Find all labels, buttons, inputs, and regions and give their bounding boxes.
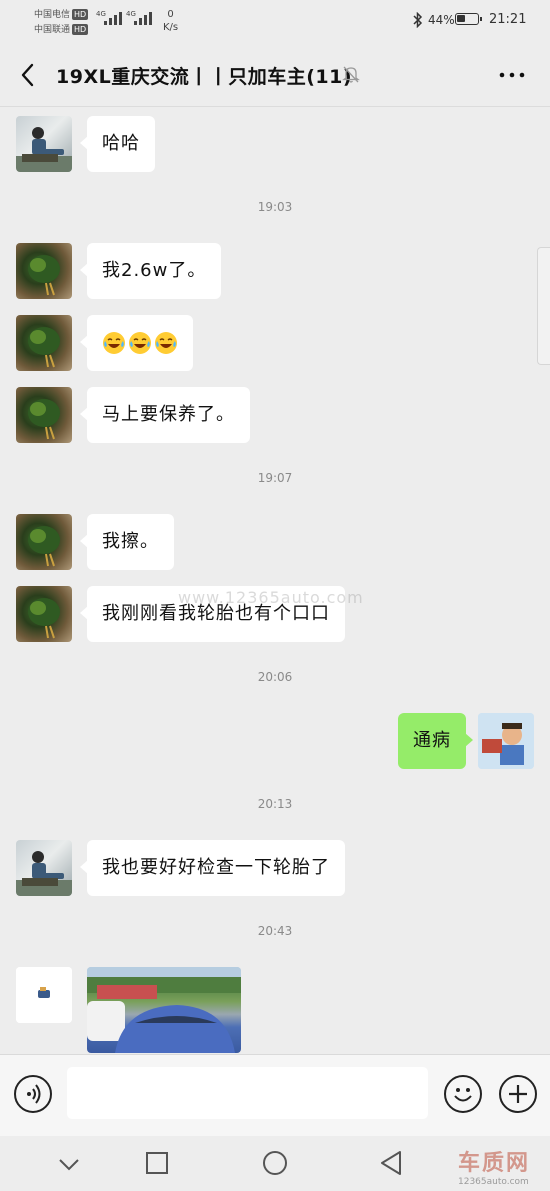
- nav-recents-button[interactable]: [139, 1146, 175, 1182]
- time-separator: 20:13: [257, 797, 293, 811]
- my-avatar[interactable]: [478, 713, 534, 769]
- bird-icon: [28, 327, 60, 368]
- nav-home-button[interactable]: [257, 1146, 293, 1182]
- avatar[interactable]: [16, 387, 72, 443]
- site-logo-watermark: 车质网 12365auto.com: [458, 1151, 531, 1188]
- net-speed: 0 K/s: [163, 9, 179, 33]
- avatar[interactable]: [16, 967, 72, 1023]
- avatar[interactable]: [16, 243, 72, 299]
- nav-collapse-button[interactable]: [51, 1146, 87, 1182]
- chat-title[interactable]: 19XL重庆交流丨丨只加车主(11): [56, 62, 352, 89]
- time-separator: 19:07: [257, 471, 293, 485]
- bird-icon: [28, 399, 60, 440]
- tears-of-joy-emoji: [155, 332, 177, 354]
- status-bar: 中国电信 HD 中国联通 HD 4G 4G 0 K/s 44% 21:21: [0, 0, 550, 44]
- scroll-indicator[interactable]: [537, 247, 550, 365]
- input-bar: [0, 1054, 550, 1137]
- time-separator: 20:06: [257, 670, 293, 684]
- chat-message-list[interactable]: 哈哈 19:03 我2.6w了。 马上要保养了。 19:07 我擦。 我刚刚看我…: [0, 107, 550, 1054]
- bird-icon: [28, 526, 60, 567]
- message-bubble[interactable]: 我2.6w了。: [79, 243, 222, 299]
- smiley-icon: [454, 1088, 472, 1102]
- bird-icon: [28, 598, 60, 639]
- more-options-button[interactable]: [496, 64, 528, 86]
- plus-icon: [509, 1085, 527, 1103]
- voice-button[interactable]: [14, 1075, 52, 1113]
- system-nav-bar: 车质网 12365auto.com: [0, 1136, 550, 1191]
- bird-icon: [28, 255, 60, 296]
- message-bubble[interactable]: 我擦。: [80, 514, 174, 570]
- nav-back-button[interactable]: [374, 1146, 410, 1182]
- message-bubble[interactable]: 我也要好好检查一下轮胎了: [80, 840, 345, 896]
- tears-of-joy-emoji: [103, 332, 125, 354]
- chevron-left-icon: [21, 63, 34, 87]
- message-bubble[interactable]: 哈哈: [80, 116, 155, 172]
- mute-bell-icon: [342, 66, 360, 83]
- man-icon: [16, 127, 72, 172]
- back-button[interactable]: [14, 58, 44, 92]
- avatar[interactable]: [16, 315, 72, 371]
- time-separator: 19:03: [257, 200, 293, 214]
- emoji-button[interactable]: [444, 1075, 482, 1113]
- voice-icon: [27, 1084, 41, 1104]
- status-clock: 21:21: [489, 12, 527, 27]
- carrier-2: 中国联通 HD: [34, 24, 89, 35]
- battery-icon: [455, 13, 482, 25]
- bluetooth-icon: [413, 12, 423, 28]
- message-bubble[interactable]: 马上要保养了。: [80, 387, 250, 443]
- signal-2-icon: [134, 12, 152, 25]
- battery-percent: 44%: [428, 13, 455, 27]
- cartoon-icon: [478, 713, 534, 769]
- my-message-bubble[interactable]: 通病: [398, 713, 473, 769]
- emoji-message-bubble[interactable]: [80, 315, 193, 371]
- avatar[interactable]: [16, 840, 72, 896]
- more-functions-button[interactable]: [499, 1075, 537, 1113]
- time-separator: 20:43: [257, 924, 293, 938]
- avatar[interactable]: [16, 514, 72, 570]
- small-car-icon: [16, 967, 72, 1023]
- photo-message[interactable]: [87, 967, 241, 1053]
- avatar[interactable]: [16, 586, 72, 642]
- signal-1-icon: [104, 12, 122, 25]
- chat-header: 19XL重庆交流丨丨只加车主(11): [0, 44, 550, 107]
- emoji-row: [102, 331, 178, 355]
- tears-of-joy-emoji: [129, 332, 151, 354]
- man-icon: [16, 851, 72, 896]
- car-photo-icon: [87, 967, 241, 1053]
- carrier-1: 中国电信 HD: [34, 9, 89, 20]
- avatar[interactable]: [16, 116, 72, 172]
- message-input[interactable]: [67, 1067, 428, 1119]
- watermark-text: www.12365auto.com: [178, 588, 364, 607]
